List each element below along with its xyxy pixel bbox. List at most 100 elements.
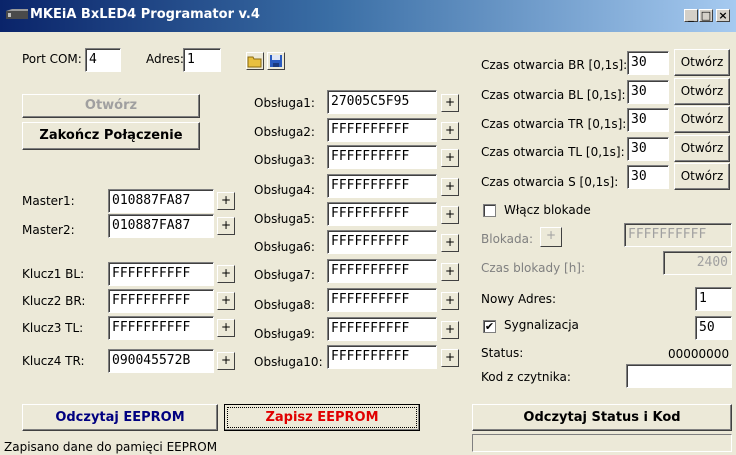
timer-open-button[interactable]: Otwórz [674, 106, 730, 133]
signal-label: Sygnalizacja [504, 318, 579, 332]
obsluga-input[interactable]: FFFFFFFFFF [327, 174, 437, 198]
status-value: 00000000 [668, 347, 730, 361]
timer-open-button[interactable]: Otwórz [674, 135, 730, 162]
obsluga-input[interactable]: FFFFFFFFFF [327, 145, 437, 169]
window-title: MKEiA BxLED4 Programator v.4 [30, 7, 260, 22]
signal-checkbox[interactable]: ✔ [483, 320, 496, 333]
obsluga-input[interactable]: FFFFFFFFFF [327, 317, 437, 341]
obsluga-plus-button[interactable]: + [441, 349, 459, 367]
key-label: Klucz4 TR: [22, 354, 85, 368]
timer-label: Czas otwarcia TR [0,1s]: [481, 117, 627, 131]
obsluga-plus-button[interactable]: + [441, 149, 459, 167]
key-input[interactable]: 090045572B [108, 349, 214, 373]
title-bar[interactable]: MKEiA BxLED4 Programator v.4 _ □ × [0, 0, 736, 32]
obsluga-label: Obsługa6: [254, 240, 315, 254]
timer-input[interactable]: 30 [627, 108, 669, 132]
master-label: Master2: [22, 223, 75, 237]
key-input[interactable]: FFFFFFFFFF [108, 262, 214, 286]
read-status-button[interactable]: Odczytaj Status i Kod [472, 404, 732, 431]
timer-label: Czas otwarcia TL [0,1s]: [481, 145, 625, 159]
lock-enable-checkbox[interactable] [483, 204, 496, 217]
status-label: Status: [481, 346, 524, 360]
folder-icon [247, 56, 262, 68]
key-label: Klucz3 TL: [22, 321, 84, 335]
key-input[interactable]: FFFFFFFFFF [108, 316, 214, 340]
address-label: Adres: [146, 52, 184, 66]
obsluga-label: Obsługa9: [254, 327, 315, 341]
key-plus-button[interactable]: + [217, 319, 235, 337]
master-plus-button[interactable]: + [217, 217, 235, 235]
open-connection-button[interactable]: Otwórz [22, 94, 200, 118]
obsluga-plus-button[interactable]: + [441, 206, 459, 224]
timer-input[interactable]: 30 [627, 51, 669, 75]
lock-input[interactable]: FFFFFFFFFF [624, 223, 732, 247]
obsluga-label: Obsługa2: [254, 125, 315, 139]
obsluga-label: Obsługa8: [254, 298, 315, 312]
timer-label: Czas otwarcia S [0,1s]: [481, 175, 619, 189]
lock-time-label: Czas blokady [h]: [481, 261, 586, 275]
minimize-icon[interactable]: _ [684, 9, 698, 22]
obsluga-input[interactable]: 27005C5F95 [327, 90, 437, 114]
port-com-label: Port COM: [22, 52, 82, 66]
new-address-label: Nowy Adres: [481, 292, 557, 306]
open-file-button[interactable] [246, 52, 264, 70]
obsluga-plus-button[interactable]: + [441, 321, 459, 339]
master-plus-button[interactable]: + [217, 192, 235, 210]
master-label: Master1: [22, 194, 75, 208]
app-icon [6, 9, 28, 19]
key-label: Klucz1 BL: [22, 267, 85, 281]
obsluga-input[interactable]: FFFFFFFFFF [327, 230, 437, 254]
timer-open-button[interactable]: Otwórz [674, 49, 730, 76]
obsluga-plus-button[interactable]: + [441, 263, 459, 281]
lock-enable-label: Włącz blokade [504, 203, 591, 217]
obsluga-input[interactable]: FFFFFFFFFF [327, 345, 437, 369]
obsluga-plus-button[interactable]: + [441, 94, 459, 112]
port-com-input[interactable]: 4 [85, 48, 121, 72]
timer-open-button[interactable]: Otwórz [674, 78, 730, 105]
maximize-icon[interactable]: □ [699, 9, 713, 22]
address-input[interactable]: 1 [183, 48, 221, 72]
obsluga-plus-button[interactable]: + [441, 234, 459, 252]
key-label: Klucz2 BR: [22, 294, 86, 308]
master-input[interactable]: 010887FA87 [108, 189, 214, 213]
timer-open-button[interactable]: Otwórz [674, 163, 730, 190]
obsluga-label: Obsługa10: [254, 355, 323, 369]
obsluga-input[interactable]: FFFFFFFFFF [327, 202, 437, 226]
obsluga-label: Obsługa5: [254, 212, 315, 226]
timer-input[interactable]: 30 [627, 137, 669, 161]
reader-code-label: Kod z czytnika: [481, 370, 571, 384]
obsluga-label: Obsługa3: [254, 153, 315, 167]
timer-input[interactable]: 30 [627, 165, 669, 189]
timer-label: Czas otwarcia BR [0,1s]: [481, 58, 628, 72]
read-eeprom-button[interactable]: Odczytaj EEPROM [22, 404, 218, 431]
new-address-input[interactable]: 1 [695, 287, 732, 311]
reader-code-input[interactable] [626, 364, 732, 388]
obsluga-plus-button[interactable]: + [441, 292, 459, 310]
obsluga-input[interactable]: FFFFFFFFFF [327, 118, 437, 142]
timer-input[interactable]: 30 [627, 80, 669, 104]
key-plus-button[interactable]: + [217, 265, 235, 283]
obsluga-plus-button[interactable]: + [441, 122, 459, 140]
timer-label: Czas otwarcia BL [0,1s]: [481, 88, 626, 102]
obsluga-label: Obsługa1: [254, 96, 315, 110]
master-input[interactable]: 010887FA87 [108, 214, 214, 238]
obsluga-label: Obsługa4: [254, 183, 315, 197]
write-eeprom-button[interactable]: Zapisz EEPROM [224, 404, 420, 431]
key-plus-button[interactable]: + [217, 292, 235, 310]
status-bar-message: Zapisano dane do pamięci EEPROM [4, 440, 218, 454]
close-icon[interactable]: × [716, 9, 730, 22]
lock-label: Blokada: [481, 232, 534, 246]
obsluga-plus-button[interactable]: + [441, 178, 459, 196]
close-connection-button[interactable]: Zakończ Połączenie [22, 122, 200, 150]
key-input[interactable]: FFFFFFFFFF [108, 289, 214, 313]
progress-panel [472, 434, 732, 452]
obsluga-input[interactable]: FFFFFFFFFF [327, 288, 437, 312]
lock-plus-button[interactable]: + [540, 227, 562, 247]
obsluga-label: Obsługa7: [254, 268, 315, 282]
obsluga-input[interactable]: FFFFFFFFFF [327, 259, 437, 283]
save-file-button[interactable] [267, 52, 285, 70]
signal-input[interactable]: 50 [695, 316, 732, 340]
key-plus-button[interactable]: + [217, 352, 235, 370]
floppy-icon [270, 55, 282, 67]
lock-time-input[interactable]: 2400 [663, 251, 732, 275]
